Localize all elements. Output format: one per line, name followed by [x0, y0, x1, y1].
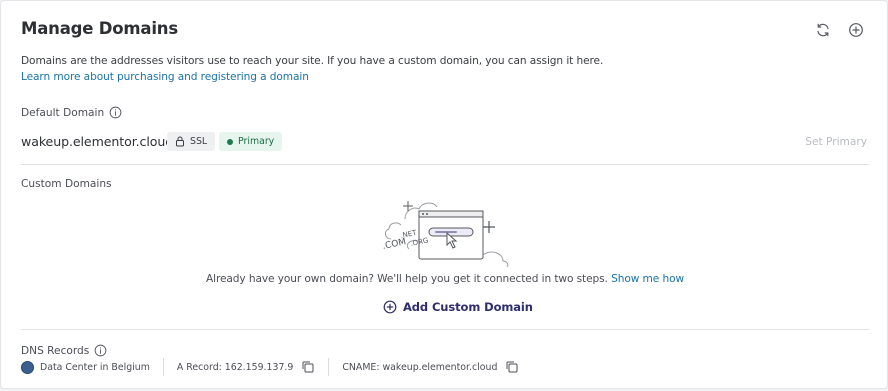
- intro-description: Domains are the addresses visitors use t…: [21, 55, 604, 67]
- status-dot-icon: [227, 138, 233, 145]
- ssl-badge: SSL: [167, 132, 216, 151]
- add-custom-domain-button[interactable]: Add Custom Domain: [383, 300, 533, 314]
- add-custom-domain-label: Add Custom Domain: [403, 300, 533, 314]
- primary-badge-label: Primary: [238, 136, 275, 147]
- custom-domains-empty-text: Already have your own domain? We'll help…: [1, 273, 888, 285]
- set-primary-button[interactable]: Set Primary: [805, 136, 867, 148]
- lock-icon: [176, 136, 184, 147]
- copy-icon[interactable]: [301, 360, 315, 374]
- ssl-badge-label: SSL: [190, 136, 208, 147]
- divider: [21, 164, 869, 165]
- illustration-text-com: .COM: [382, 237, 408, 252]
- empty-text-message: Already have your own domain? We'll help…: [205, 273, 608, 285]
- refresh-icon[interactable]: [814, 21, 832, 39]
- dns-records-label: DNS Records: [21, 344, 107, 357]
- default-domain-name: wakeup.elementor.cloud: [21, 134, 174, 149]
- copy-icon[interactable]: [505, 360, 519, 374]
- custom-domains-label-text: Custom Domains: [21, 178, 112, 190]
- custom-domains-label: Custom Domains: [21, 178, 112, 190]
- divider: [21, 329, 869, 330]
- info-icon[interactable]: [94, 344, 107, 357]
- separator: [162, 358, 164, 376]
- primary-badge: Primary: [219, 132, 283, 151]
- dns-records-row: Data Center in Belgium A Record: 162.159…: [21, 358, 519, 376]
- cname-text: CNAME: wakeup.elementor.cloud: [342, 361, 498, 373]
- default-domain-label-text: Default Domain: [21, 106, 105, 119]
- cname-item: CNAME: wakeup.elementor.cloud: [342, 360, 519, 374]
- separator: [328, 358, 330, 376]
- default-domain-label: Default Domain: [21, 106, 122, 119]
- data-center-item: Data Center in Belgium: [21, 360, 150, 374]
- manage-domains-card: Manage Domains Domains are the addresses…: [0, 0, 888, 389]
- domain-illustration: .NET .COM .ORG: [382, 201, 509, 267]
- show-me-how-link[interactable]: Show me how: [611, 273, 684, 285]
- data-center-text: Data Center in Belgium: [40, 361, 150, 373]
- page-title: Manage Domains: [21, 19, 178, 38]
- add-circle-icon: [383, 300, 397, 314]
- add-circle-icon[interactable]: [847, 21, 865, 39]
- info-icon[interactable]: [109, 106, 122, 119]
- belgium-flag-icon: [21, 360, 34, 374]
- dns-records-label-text: DNS Records: [21, 344, 90, 357]
- a-record-text: A Record: 162.159.137.9: [176, 361, 294, 373]
- a-record-item: A Record: 162.159.137.9: [177, 360, 316, 374]
- learn-more-link[interactable]: Learn more about purchasing and register…: [21, 71, 309, 83]
